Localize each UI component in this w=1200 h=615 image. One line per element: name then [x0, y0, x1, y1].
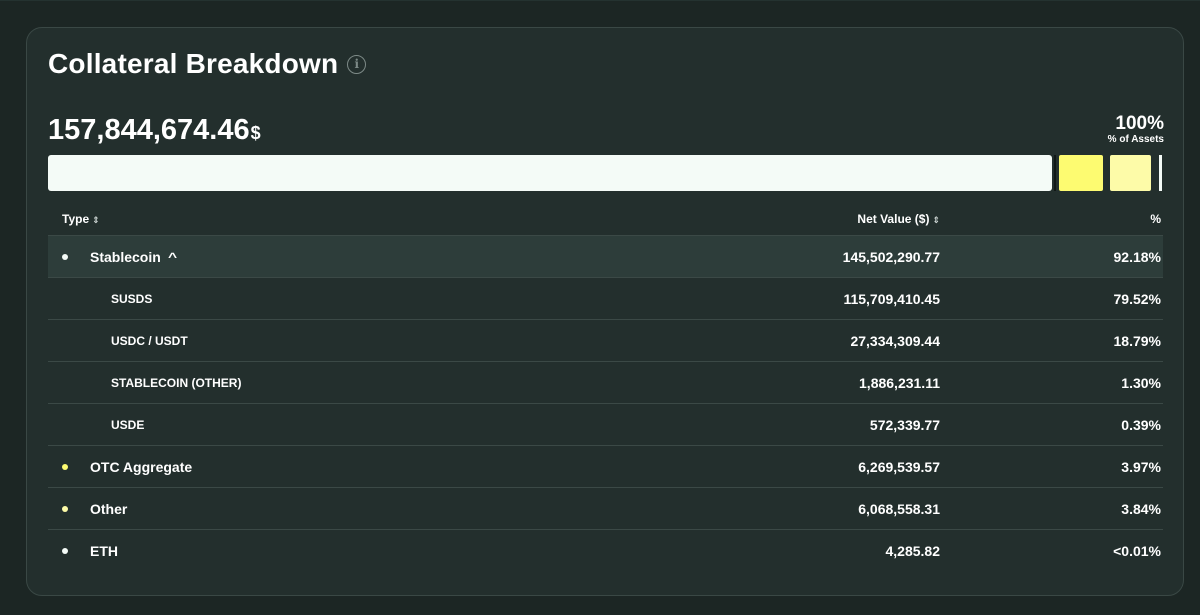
row-net-value: 6,269,539.57: [858, 458, 940, 475]
percent-label: % of Assets: [1107, 134, 1164, 145]
row-percent: 92.18%: [1113, 248, 1161, 265]
card-title: Collateral Breakdown: [48, 48, 339, 79]
table-row-stablecoin[interactable]: Stablecoin ^ 145,502,290.77 92.18%: [48, 236, 1163, 278]
row-type: USDC / USDT: [111, 333, 188, 348]
allocation-segment-otc-aggregate[interactable]: [1059, 155, 1103, 191]
collateral-table: Type ⇕ Net Value ($) ⇕ % Stablecoin ^ 145,5…: [48, 203, 1163, 572]
row-percent: <0.01%: [1113, 543, 1161, 559]
table-row-susds[interactable]: SUSDS 115,709,410.45 79.52%: [48, 278, 1163, 320]
row-percent: 3.97%: [1121, 458, 1161, 475]
percent-total: 100%: [1115, 113, 1164, 134]
row-dot: [62, 253, 68, 260]
row-percent: 0.39%: [1121, 416, 1161, 433]
row-percent: 3.84%: [1121, 500, 1161, 517]
row-dot: [62, 505, 68, 512]
row-net-value: 572,339.77: [869, 416, 940, 433]
allocation-bar: [48, 155, 1163, 191]
row-dot: [62, 463, 68, 470]
row-type: Other: [90, 500, 128, 517]
collateral-breakdown-card: Collateral Breakdown i 157,844,674.46$ 1…: [26, 27, 1184, 596]
allocation-segment-stablecoin[interactable]: [48, 155, 1052, 191]
row-type: STABLECOIN (OTHER): [111, 375, 242, 390]
row-net-value: 115,709,410.45: [843, 290, 940, 307]
row-net-value: 145,502,290.77: [842, 248, 940, 265]
row-net-value: 1,886,231.11: [859, 374, 940, 391]
row-type: ETH: [90, 543, 118, 559]
row-percent: 1.30%: [1121, 374, 1161, 391]
row-percent: 79.52%: [1113, 290, 1161, 307]
chevron-up-icon[interactable]: ^: [168, 250, 177, 264]
row-dot: [62, 548, 68, 554]
column-label-percent: %: [1150, 212, 1161, 226]
segment-divider: [1054, 155, 1056, 191]
row-type: OTC Aggregate: [90, 458, 193, 475]
allocation-segment-other[interactable]: [1110, 155, 1151, 191]
row-type: Stablecoin: [90, 248, 161, 265]
card-header: Collateral Breakdown i: [48, 48, 367, 80]
table-row-other[interactable]: Other 6,068,558.31 3.84%: [48, 488, 1163, 530]
sort-icon[interactable]: ⇕: [92, 215, 100, 225]
row-net-value: 6,068,558.31: [858, 500, 940, 517]
row-net-value: 4,285.82: [885, 543, 941, 559]
total-amount: 157,844,674.46: [48, 114, 250, 146]
row-net-value: 27,334,309.44: [850, 332, 940, 349]
table-row-otc-aggregate[interactable]: OTC Aggregate 6,269,539.57 3.97%: [48, 446, 1163, 488]
row-percent: 18.79%: [1113, 332, 1161, 349]
column-header-type[interactable]: Type ⇕: [48, 212, 628, 226]
table-header: Type ⇕ Net Value ($) ⇕ %: [48, 203, 1163, 236]
column-label-type: Type: [62, 212, 90, 226]
percent-summary: 100% % of Assets: [1108, 114, 1164, 146]
allocation-segment-eth[interactable]: [1159, 155, 1162, 191]
sort-icon[interactable]: ⇕: [932, 215, 940, 225]
table-row-stablecoin-other[interactable]: STABLECOIN (OTHER) 1,886,231.11 1.30%: [48, 362, 1163, 404]
column-header-percent: %: [948, 212, 1163, 226]
row-type: USDE: [111, 417, 145, 432]
total-value: 157,844,674.46$: [48, 114, 261, 147]
table-row-usdc-usdt[interactable]: USDC / USDT 27,334,309.44 18.79%: [48, 320, 1163, 362]
table-row-eth[interactable]: ETH 4,285.82 <0.01%: [48, 530, 1163, 572]
row-type: SUSDS: [111, 291, 153, 306]
column-header-net-value[interactable]: Net Value ($) ⇕: [628, 212, 948, 226]
column-label-net-value: Net Value ($): [857, 212, 930, 226]
table-row-usde[interactable]: USDE 572,339.77 0.39%: [48, 404, 1163, 446]
info-icon[interactable]: i: [347, 54, 367, 74]
total-unit: $: [250, 123, 261, 143]
